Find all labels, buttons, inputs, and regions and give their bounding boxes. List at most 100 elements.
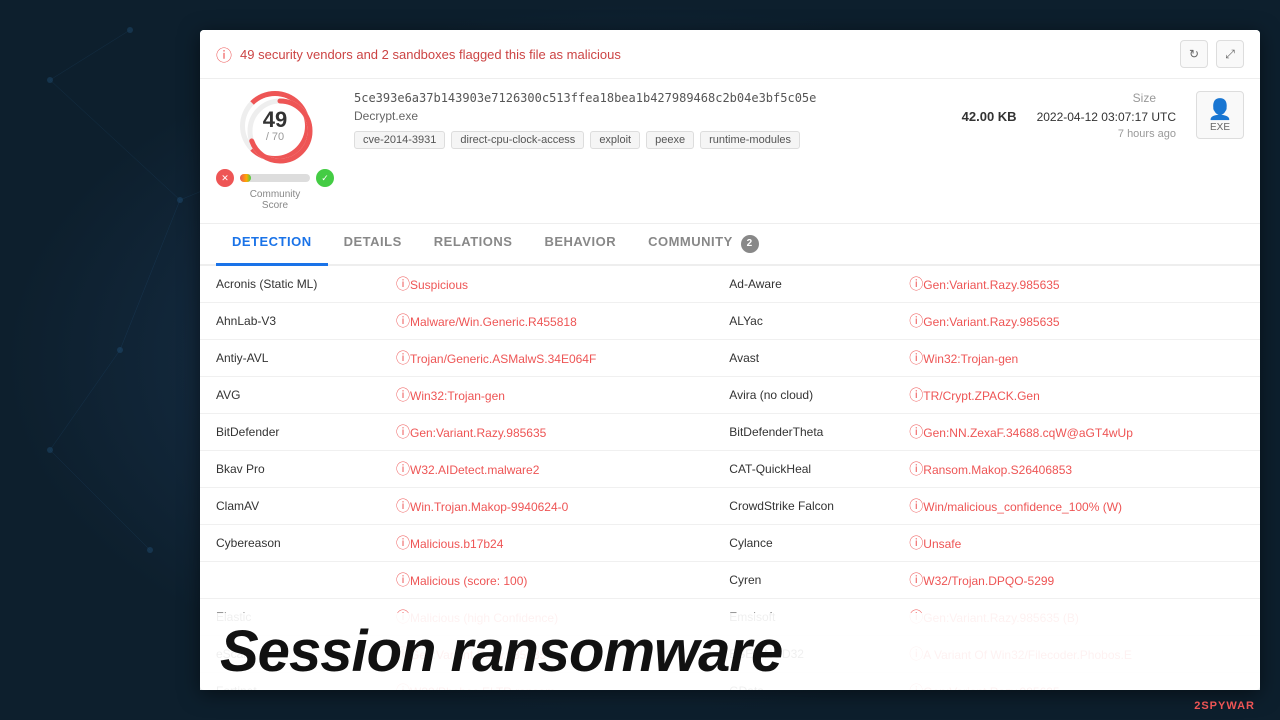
size-label: Size bbox=[1133, 91, 1156, 105]
file-size-value: 42.00 KB bbox=[962, 109, 1017, 124]
tab-relations[interactable]: RELATIONS bbox=[418, 224, 529, 266]
tab-detection[interactable]: DETECTION bbox=[216, 224, 328, 266]
exe-label: EXE bbox=[1210, 122, 1230, 133]
vendor-name-right: ALYac bbox=[713, 302, 893, 339]
detection-result-left: ⓘWin32:Trojan-gen bbox=[380, 376, 713, 413]
file-tag: peexe bbox=[646, 131, 694, 149]
vendor-name-left: AhnLab-V3 bbox=[200, 302, 380, 339]
vendor-name-left: Antiy-AVL bbox=[200, 339, 380, 376]
detection-result-left: ⓘMalicious.b17b24 bbox=[380, 524, 713, 561]
community-badge: 2 bbox=[741, 235, 759, 253]
vendor-name-right: Cyren bbox=[713, 561, 893, 598]
vendor-name-left: Elastic bbox=[200, 598, 380, 635]
vendor-name-right: BitDefenderTheta bbox=[713, 413, 893, 450]
detection-result-left: ⓘW32/Phobos.ELTR.ransom bbox=[380, 672, 713, 690]
vendor-name-left: AVG bbox=[200, 376, 380, 413]
vendor-name-left: BitDefender bbox=[200, 413, 380, 450]
vendor-name-left: Bkav Pro bbox=[200, 450, 380, 487]
detection-result-right: ⓘGen:NN.ZexaF.34688.cqW@aGT4wUp bbox=[893, 413, 1260, 450]
top-icons: ↻ ⤢ bbox=[1180, 40, 1244, 68]
detection-result-right: ⓘWin32:Trojan-gen bbox=[893, 339, 1260, 376]
spywar-logo: 2SPYWAR bbox=[1194, 700, 1255, 712]
detection-result-left: ⓘW32.AIDetect.malware2 bbox=[380, 450, 713, 487]
community-score-bar: ✕ ✓ bbox=[216, 169, 334, 187]
detection-result-right: ⓘGen:Variant.Razy.985635 (B) bbox=[893, 598, 1260, 635]
file-name: Decrypt.exe bbox=[354, 109, 942, 123]
detections-table: Acronis (Static ML) ⓘSuspicious Ad-Aware… bbox=[200, 266, 1260, 691]
detection-result-left: ⓘGen:Variant.Razy.985635 bbox=[380, 635, 713, 672]
detection-result-right: ⓘTR/Crypt.ZPACK.Gen bbox=[893, 376, 1260, 413]
warning-icon: ⓘ bbox=[216, 42, 232, 66]
exe-file-icon: 👤 EXE bbox=[1196, 91, 1244, 139]
tabs-bar: DETECTION DETAILS RELATIONS BEHAVIOR COM… bbox=[200, 224, 1260, 266]
file-hash: 5ce393e6a37b143903e7126300c513ffea18bea1… bbox=[354, 91, 942, 105]
warning-bar: ⓘ 49 security vendors and 2 sandboxes fl… bbox=[200, 30, 1260, 79]
detection-result-left: ⓘSuspicious bbox=[380, 266, 713, 303]
table-row: Cybereason ⓘMalicious.b17b24 Cylance ⓘUn… bbox=[200, 524, 1260, 561]
vendor-name-right: CAT-QuickHeal bbox=[713, 450, 893, 487]
table-row: eScan ⓘGen:Variant.Razy.985635 ESET-NOD3… bbox=[200, 635, 1260, 672]
table-row: ⓘMalicious (score: 100) Cyren ⓘW32/Troja… bbox=[200, 561, 1260, 598]
vendor-name-left: Cybereason bbox=[200, 524, 380, 561]
score-circle-wrap: 49 / 70 ✕ ✓ CommunityScore bbox=[216, 91, 334, 211]
main-panel: ⓘ 49 security vendors and 2 sandboxes fl… bbox=[200, 30, 1260, 690]
file-date-value: 2022-04-12 03:07:17 UTC bbox=[1037, 110, 1176, 124]
vendor-name-right: GData bbox=[713, 672, 893, 690]
tab-community[interactable]: COMMUNITY 2 bbox=[632, 224, 775, 266]
community-score-label: CommunityScore bbox=[250, 189, 301, 211]
detection-result-right: ⓘGen:Variant.Razy.985635 bbox=[893, 302, 1260, 339]
expand-button[interactable]: ⤢ bbox=[1216, 40, 1244, 68]
file-info: 5ce393e6a37b143903e7126300c513ffea18bea1… bbox=[354, 91, 942, 149]
detection-result-right: ⓘRansom.Makop.S26406853 bbox=[893, 450, 1260, 487]
detection-result-right: ⓘA Variant Of Win32/Filecoder.Phobos.E bbox=[893, 635, 1260, 672]
detection-result-left: ⓘMalicious (high Confidence) bbox=[380, 598, 713, 635]
score-section: 49 / 70 ✕ ✓ CommunityScore 5ce393e6a37b1… bbox=[200, 79, 1260, 224]
file-tag: direct-cpu-clock-access bbox=[451, 131, 584, 149]
file-size-label: Size bbox=[1133, 91, 1176, 105]
vendor-name-right: Avast bbox=[713, 339, 893, 376]
detection-result-right: ⓘUnsafe bbox=[893, 524, 1260, 561]
vendor-name-right: Cylance bbox=[713, 524, 893, 561]
file-tags: cve-2014-3931 direct-cpu-clock-access expl… bbox=[354, 131, 942, 149]
tab-behavior[interactable]: BEHAVIOR bbox=[528, 224, 632, 266]
table-row: Elastic ⓘMalicious (high Confidence) Ems… bbox=[200, 598, 1260, 635]
detection-result-right: ⓘW32/Trojan.DPQO-5299 bbox=[893, 561, 1260, 598]
detection-result-left: ⓘMalicious (score: 100) bbox=[380, 561, 713, 598]
table-row: ClamAV ⓘWin.Trojan.Makop-9940624-0 Crowd… bbox=[200, 487, 1260, 524]
reload-button[interactable]: ↻ bbox=[1180, 40, 1208, 68]
file-meta: Size 42.00 KB 2022-04-12 03:07:17 UTC 7 … bbox=[962, 91, 1176, 140]
file-tag: exploit bbox=[590, 131, 640, 149]
table-row: AhnLab-V3 ⓘMalware/Win.Generic.R455818 A… bbox=[200, 302, 1260, 339]
score-ring-svg bbox=[245, 96, 315, 166]
community-score-fill bbox=[240, 174, 251, 182]
community-score-positive[interactable]: ✓ bbox=[316, 169, 334, 187]
detection-result-left: ⓘWin.Trojan.Makop-9940624-0 bbox=[380, 487, 713, 524]
file-tag: cve-2014-3931 bbox=[354, 131, 445, 149]
exe-icon-graphic: 👤 bbox=[1208, 97, 1233, 122]
detection-result-left: ⓘTrojan/Generic.ASMalwS.34E064F bbox=[380, 339, 713, 376]
detection-result-left: ⓘMalware/Win.Generic.R455818 bbox=[380, 302, 713, 339]
vendor-name-right: Avira (no cloud) bbox=[713, 376, 893, 413]
vendor-name-right: CrowdStrike Falcon bbox=[713, 487, 893, 524]
vendor-name-right: ESET-NOD32 bbox=[713, 635, 893, 672]
table-row: Acronis (Static ML) ⓘSuspicious Ad-Aware… bbox=[200, 266, 1260, 303]
results-area[interactable]: Acronis (Static ML) ⓘSuspicious Ad-Aware… bbox=[200, 266, 1260, 691]
vendor-name-left: ClamAV bbox=[200, 487, 380, 524]
table-row: Fortinet ⓘW32/Phobos.ELTR.ransom GData ⓘ… bbox=[200, 672, 1260, 690]
tab-details[interactable]: DETAILS bbox=[328, 224, 418, 266]
spywar-logo-text: 2SPYWAR bbox=[1194, 700, 1255, 712]
table-row: BitDefender ⓘGen:Variant.Razy.985635 Bit… bbox=[200, 413, 1260, 450]
vendor-name-left: Acronis (Static ML) bbox=[200, 266, 380, 303]
score-circle: 49 / 70 bbox=[240, 91, 310, 161]
warning-text: 49 security vendors and 2 sandboxes flag… bbox=[240, 47, 1172, 62]
vendor-name-left: eScan bbox=[200, 635, 380, 672]
table-row: Antiy-AVL ⓘTrojan/Generic.ASMalwS.34E064… bbox=[200, 339, 1260, 376]
table-row: AVG ⓘWin32:Trojan-gen Avira (no cloud) ⓘ… bbox=[200, 376, 1260, 413]
file-tag: runtime-modules bbox=[700, 131, 800, 149]
detection-result-right: ⓘGen:Variant.Razy.985635 bbox=[893, 266, 1260, 303]
vendor-name-left: Fortinet bbox=[200, 672, 380, 690]
vendor-name-right: Emsisoft bbox=[713, 598, 893, 635]
vendor-name-left bbox=[200, 561, 380, 598]
vendor-name-right: Ad-Aware bbox=[713, 266, 893, 303]
community-score-negative[interactable]: ✕ bbox=[216, 169, 234, 187]
